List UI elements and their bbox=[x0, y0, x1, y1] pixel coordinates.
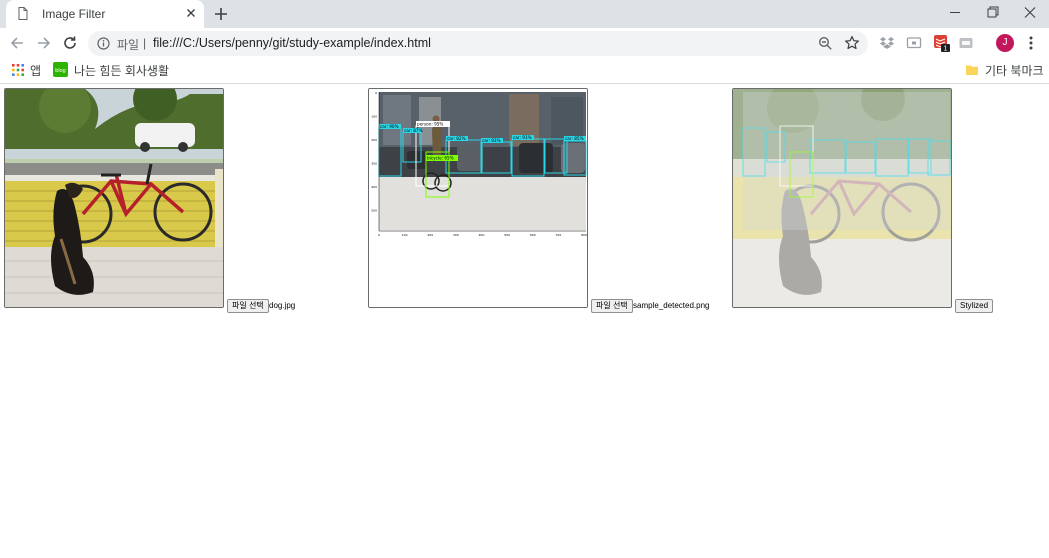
cast-extension-icon[interactable] bbox=[906, 35, 922, 51]
y-tick-label: 300 bbox=[371, 162, 377, 166]
screenshot-extension-icon[interactable] bbox=[958, 35, 974, 51]
dog-bicycle-photo bbox=[5, 89, 223, 307]
detection-label-bicycle: bicycle: 65% bbox=[427, 156, 454, 161]
detection-label-car: car: 90% bbox=[380, 124, 399, 129]
tab-strip: Image Filter bbox=[0, 0, 1049, 28]
selected-file-name: dog.jpg bbox=[269, 301, 296, 310]
todoist-extension-icon[interactable]: 1 bbox=[932, 33, 952, 53]
y-tick-label: 500 bbox=[371, 209, 377, 213]
folder-icon bbox=[966, 65, 978, 75]
bookmark-star-icon[interactable] bbox=[844, 35, 860, 51]
bookmarks-bar: 앱 blog 나는 힘든 회사생활 기타 북마크 bbox=[0, 59, 1049, 84]
chrome-menu-icon[interactable] bbox=[1024, 35, 1038, 51]
x-tick-label: 800 bbox=[581, 233, 587, 237]
stylized-result-image bbox=[732, 88, 952, 308]
x-tick-label: 700 bbox=[556, 233, 562, 237]
blog-favicon-text: blog bbox=[55, 68, 65, 74]
detection-label-person: person: 95% bbox=[417, 122, 443, 127]
tab-title: Image Filter bbox=[42, 7, 106, 21]
x-tick-label: 600 bbox=[530, 233, 536, 237]
choose-file-button[interactable]: 파일 선택 bbox=[591, 299, 633, 313]
forward-icon[interactable] bbox=[35, 34, 53, 52]
x-tick-label: 100 bbox=[402, 233, 408, 237]
zoom-icon[interactable] bbox=[818, 36, 833, 51]
x-tick-label: 300 bbox=[453, 233, 459, 237]
x-tick-label: 0 bbox=[378, 233, 380, 237]
bookmark-blog[interactable]: 나는 힘든 회사생활 bbox=[74, 62, 169, 79]
url-text[interactable]: file:///C:/Users/penny/git/study-example… bbox=[153, 36, 431, 50]
detection-label-car: car: 87% bbox=[404, 128, 423, 133]
y-tick-label: 200 bbox=[371, 138, 377, 142]
detection-label-car: car: 82% bbox=[447, 136, 466, 141]
extension-badge-count: 1 bbox=[944, 46, 948, 53]
choose-file-button[interactable]: 파일 선택 bbox=[227, 299, 269, 313]
detection-label-car: car: 85% bbox=[565, 136, 584, 141]
y-tick-label: 400 bbox=[371, 185, 377, 189]
minimize-icon[interactable] bbox=[937, 0, 973, 28]
apps-grid-icon[interactable] bbox=[12, 64, 24, 76]
blog-favicon-icon: blog bbox=[53, 62, 68, 77]
document-icon bbox=[18, 7, 28, 20]
y-tick-label: 0 bbox=[375, 91, 377, 95]
x-tick-label: 400 bbox=[479, 233, 485, 237]
scheme-label: 파일 bbox=[117, 38, 140, 52]
detected-street-image: person: 95% bicycle: 65% car: 90% car: 8… bbox=[369, 89, 587, 307]
bookmark-other[interactable]: 기타 북마크 bbox=[985, 62, 1044, 79]
new-tab-icon[interactable] bbox=[212, 5, 230, 23]
x-tick-label: 200 bbox=[427, 233, 433, 237]
source-image bbox=[4, 88, 224, 308]
style-image: person: 95% bicycle: 65% car: 90% car: 8… bbox=[368, 88, 588, 308]
profile-avatar[interactable]: J bbox=[996, 34, 1014, 52]
stylized-composite bbox=[733, 89, 951, 307]
x-tick-label: 500 bbox=[504, 233, 510, 237]
tab-close-icon[interactable] bbox=[184, 6, 198, 20]
back-icon[interactable] bbox=[8, 34, 26, 52]
info-icon[interactable] bbox=[97, 37, 110, 50]
selected-file-name: sample_detected.png bbox=[633, 301, 710, 310]
dropbox-extension-icon[interactable] bbox=[879, 35, 895, 51]
stylized-button[interactable]: Stylized bbox=[955, 299, 994, 313]
detection-label-car: car: 91% bbox=[513, 135, 532, 140]
bookmark-apps[interactable]: 앱 bbox=[30, 62, 41, 79]
reload-icon[interactable] bbox=[61, 34, 79, 52]
address-bar[interactable]: 파일 | file:///C:/Users/penny/git/study-ex… bbox=[88, 31, 868, 56]
close-icon[interactable] bbox=[1012, 0, 1048, 28]
scheme-separator: | bbox=[143, 36, 147, 50]
detection-label-car: car: 93% bbox=[482, 138, 501, 143]
browser-tab[interactable]: Image Filter bbox=[6, 0, 204, 28]
y-tick-label: 100 bbox=[371, 115, 377, 119]
restore-icon[interactable] bbox=[974, 0, 1010, 28]
